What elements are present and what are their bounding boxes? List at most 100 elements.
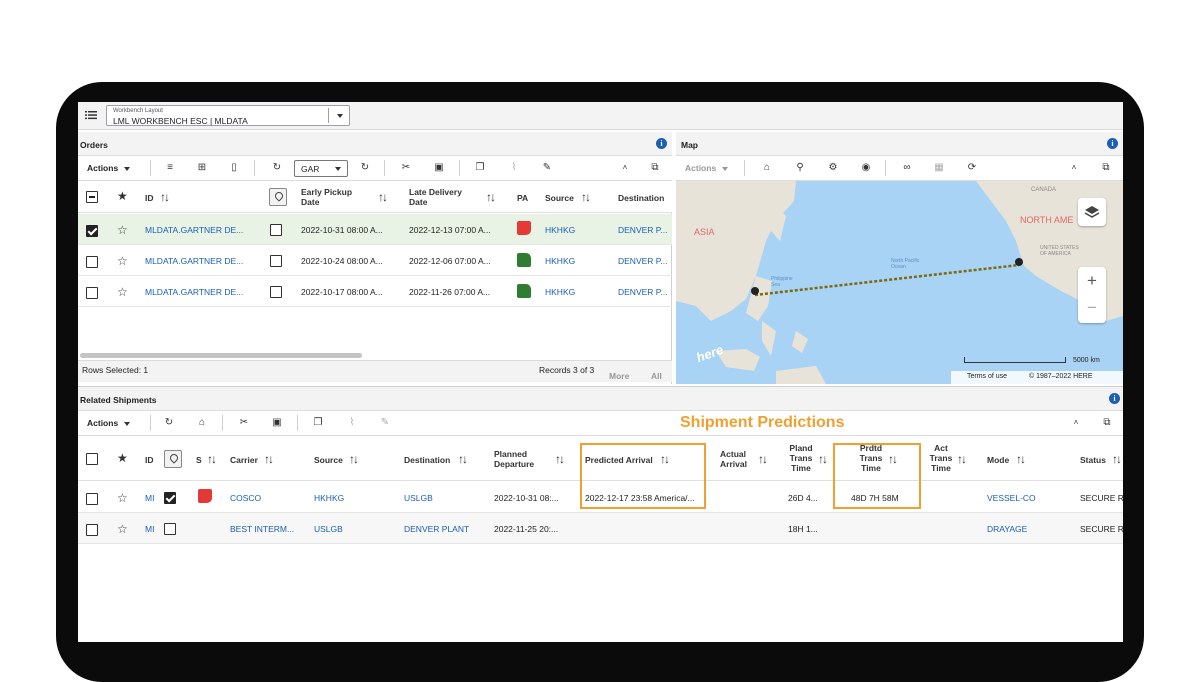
zoom-in-button[interactable]: + (1078, 271, 1106, 291)
grid-icon[interactable]: ⊞ (195, 162, 209, 174)
order-id-link[interactable]: MLDATA.GARTNER DE... (145, 287, 243, 297)
refresh-icon[interactable]: ↻ (270, 162, 284, 174)
map-canvas[interactable]: CANADA NORTH AME UNITED STATES OF AMERIC… (676, 181, 1123, 384)
sort-icon[interactable]: ↑↓ (207, 453, 217, 465)
row-flag-checkbox[interactable] (270, 224, 282, 236)
star-icon[interactable]: ★ (117, 452, 128, 464)
source-link[interactable]: HKHKG (314, 493, 344, 503)
source-link[interactable]: HKHKG (545, 287, 575, 297)
row-flag-checkbox[interactable] (270, 255, 282, 267)
table-row[interactable]: ☆ MLDATA.GARTNER DE... 2022-10-17 08:00 … (78, 276, 672, 307)
shipment-id-link[interactable]: MI (145, 493, 154, 503)
star-outline-icon[interactable]: ☆ (117, 255, 128, 267)
sort-icon[interactable]: ↑↓ (555, 453, 565, 465)
tools-icon[interactable]: ✂ (399, 162, 413, 174)
table-row[interactable]: ☆ MLDATA.GARTNER DE... 2022-10-31 08:00 … (78, 214, 672, 245)
sort-icon[interactable]: ↑↓ (160, 191, 170, 203)
popout-icon[interactable]: ⧉ (648, 162, 662, 174)
visibility-icon[interactable]: ◉ (859, 162, 873, 174)
all-button[interactable]: All (651, 371, 662, 381)
destination-link[interactable]: DENVER P... (618, 287, 667, 297)
col-late-delivery[interactable]: Late Delivery Date (409, 187, 469, 207)
location-pin-icon[interactable] (269, 188, 287, 206)
col-act-trans-time[interactable]: Act Trans Time (929, 443, 953, 473)
popout-icon[interactable]: ⧉ (1100, 417, 1114, 429)
table-row[interactable]: ☆ MLDATA.GARTNER DE... 2022-10-24 08:00 … (78, 245, 672, 276)
col-planned-departure[interactable]: Planned Departure (494, 449, 544, 469)
zoom-out-button[interactable]: − (1078, 298, 1106, 318)
refresh-icon[interactable]: ↻ (162, 417, 176, 429)
info-icon[interactable]: i (1109, 393, 1120, 404)
star-outline-icon[interactable]: ☆ (117, 492, 128, 504)
edit-icon[interactable]: ✎ (540, 162, 554, 174)
more-button[interactable]: More (609, 371, 629, 381)
star-outline-icon[interactable]: ☆ (117, 224, 128, 236)
horizontal-scrollbar[interactable] (80, 353, 362, 358)
row-checkbox[interactable] (86, 256, 98, 268)
binoculars-icon[interactable]: ∞ (900, 162, 914, 174)
sort-icon[interactable]: ↑↓ (486, 191, 496, 203)
sort-icon[interactable]: ↑↓ (957, 453, 967, 465)
col-carrier[interactable]: Carrier (230, 455, 258, 465)
star-icon[interactable]: ★ (117, 190, 128, 202)
col-destination[interactable]: Destination (618, 193, 664, 203)
location-pin-icon[interactable] (164, 450, 182, 468)
sort-icon[interactable]: ↑↓ (458, 453, 468, 465)
destination-link[interactable]: USLGB (404, 493, 433, 503)
row-checkbox[interactable] (86, 225, 98, 237)
row-checkbox[interactable] (86, 493, 98, 505)
col-s[interactable]: S (196, 455, 202, 465)
collapse-icon[interactable]: ˄ (1067, 162, 1081, 174)
copy-icon[interactable]: ❐ (311, 417, 325, 429)
info-icon[interactable]: i (656, 138, 667, 149)
row-flag-checkbox[interactable] (164, 523, 176, 535)
sort-icon[interactable]: ↑↓ (378, 191, 388, 203)
document-icon[interactable]: ▯ (227, 162, 241, 174)
col-mode[interactable]: Mode (987, 455, 1009, 465)
destination-link[interactable]: DENVER P... (618, 256, 667, 266)
add-row-icon[interactable]: ≡ (163, 162, 177, 174)
sync-icon[interactable]: ⟳ (965, 162, 979, 174)
workbench-layout-select[interactable]: Workbench Layout LML WORKBENCH ESC | MLD… (106, 105, 350, 126)
terms-link[interactable]: Terms of use (967, 373, 1007, 380)
collapse-icon[interactable]: ˄ (1069, 417, 1083, 429)
chevron-down-icon[interactable] (337, 114, 343, 118)
lock-icon[interactable]: ⌂ (760, 162, 774, 174)
carrier-link[interactable]: COSCO (230, 493, 261, 503)
map-actions-menu[interactable]: Actions (685, 163, 728, 173)
select-all-checkbox[interactable] (86, 191, 98, 203)
wrench-icon[interactable]: ⚲ (793, 162, 807, 174)
col-status[interactable]: Status (1080, 455, 1106, 465)
col-source[interactable]: Source (314, 455, 343, 465)
col-destination[interactable]: Destination (404, 455, 450, 465)
row-checkbox[interactable] (86, 287, 98, 299)
col-pland-trans-time[interactable]: Pland Trans Time (787, 443, 815, 473)
star-outline-icon[interactable]: ☆ (117, 523, 128, 535)
destination-link[interactable]: DENVER PLANT (404, 524, 469, 534)
sort-icon[interactable]: ↑↓ (264, 453, 274, 465)
order-id-link[interactable]: MLDATA.GARTNER DE... (145, 256, 243, 266)
source-link[interactable]: HKHKG (545, 225, 575, 235)
filter-select[interactable]: GAR (294, 160, 348, 177)
sort-icon[interactable]: ↑↓ (818, 453, 828, 465)
col-actual-arrival[interactable]: Actual Arrival (720, 449, 750, 469)
row-checkbox[interactable] (86, 524, 98, 536)
destination-link[interactable]: DENVER P... (618, 225, 667, 235)
info-icon[interactable]: i (1107, 138, 1118, 149)
order-id-link[interactable]: MLDATA.GARTNER DE... (145, 225, 243, 235)
sort-icon[interactable]: ↑↓ (581, 191, 591, 203)
shipments-actions-menu[interactable]: Actions (87, 418, 130, 428)
sort-icon[interactable]: ↑↓ (1016, 453, 1026, 465)
list-menu-icon[interactable] (85, 109, 97, 121)
collapse-icon[interactable]: ˄ (618, 162, 632, 174)
row-flag-checkbox[interactable] (270, 286, 282, 298)
sort-icon[interactable]: ↑↓ (1112, 453, 1122, 465)
col-id[interactable]: ID (145, 455, 154, 465)
save-icon[interactable]: ▣ (432, 162, 446, 174)
mode-link[interactable]: VESSEL-CO (987, 493, 1036, 503)
select-all-checkbox[interactable] (86, 453, 98, 465)
col-pa[interactable]: PA (517, 193, 528, 203)
table-row[interactable]: ☆ MI BEST INTERM... USLGB DENVER PLANT 2… (78, 513, 1123, 544)
shipment-id-link[interactable]: MI (145, 524, 154, 534)
orders-actions-menu[interactable]: Actions (87, 163, 130, 173)
